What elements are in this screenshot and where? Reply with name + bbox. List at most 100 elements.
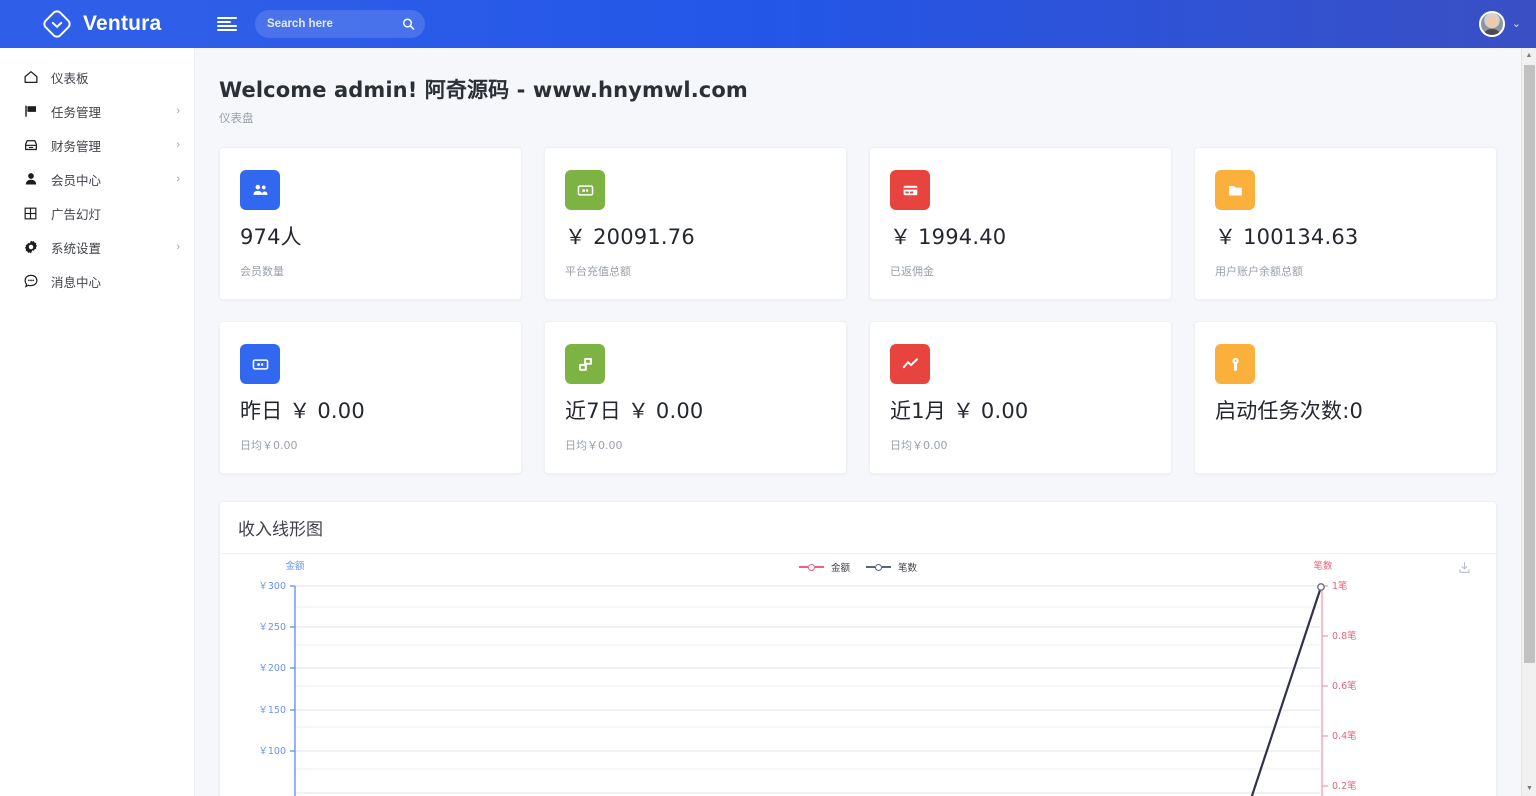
topbar-left-group	[217, 10, 425, 38]
chevron-right-icon: ›	[176, 242, 180, 253]
left-axis-tick: ￥200	[258, 663, 286, 674]
stat-card-commission-paid[interactable]: ￥ 1994.40 已返佣金	[869, 147, 1172, 300]
sidebar-item-message-center[interactable]: 消息中心	[0, 264, 194, 298]
chart-area: 金额 笔数	[220, 554, 1496, 796]
stat-value: 昨日 ￥ 0.00	[240, 400, 501, 423]
sidebar-item-label: 广告幻灯	[51, 204, 101, 223]
sidebar-item-ad-slider[interactable]: 广告幻灯	[0, 196, 194, 230]
chart-gridlines	[295, 586, 1320, 793]
copy-icon	[565, 344, 605, 384]
user-icon	[22, 171, 39, 188]
series-path	[1240, 587, 1321, 796]
chart-plot: 金额 笔数	[220, 554, 1497, 796]
message-icon	[22, 273, 39, 290]
scroll-up-arrow[interactable]: ▲	[1522, 48, 1536, 63]
stat-label: 会员数量	[240, 263, 501, 279]
breadcrumb: 仪表盘	[219, 110, 1521, 126]
brand-logo[interactable]: Ventura	[0, 0, 195, 48]
stat-cards-row-2: 昨日 ￥ 0.00 日均￥0.00 近7日 ￥ 0.00 日均￥0.00	[195, 321, 1521, 474]
left-axis-title: 金额	[285, 560, 305, 572]
stat-label: 日均￥0.00	[890, 437, 1151, 453]
diamond-check-logo-icon	[42, 9, 72, 39]
sidebar-item-label: 财务管理	[51, 136, 101, 155]
left-axis: ￥300 ￥250 ￥200 ￥150 ￥100	[258, 581, 295, 796]
right-axis: 1笔 0.8笔 0.6笔 0.4笔 0.2笔	[1322, 580, 1357, 796]
scroll-down-arrow[interactable]: ▼	[1522, 781, 1536, 796]
hamburger-icon[interactable]	[217, 15, 239, 33]
stat-value: ￥ 20091.76	[565, 226, 826, 249]
chevron-right-icon: ›	[176, 174, 180, 185]
search-icon	[402, 18, 415, 31]
grid-icon	[22, 205, 39, 222]
sidebar-item-finance-management[interactable]: 财务管理 ›	[0, 128, 194, 162]
sidebar-item-label: 会员中心	[51, 170, 101, 189]
stat-value: 974人	[240, 226, 501, 249]
flag-icon	[22, 103, 39, 120]
series-line-count	[1240, 584, 1324, 796]
dashboard-page: Ventura ⌄	[0, 0, 1536, 796]
chevron-right-icon: ›	[176, 106, 180, 117]
search-input[interactable]	[267, 18, 387, 30]
sidebar-item-dashboard[interactable]: 仪表板	[0, 60, 194, 94]
page-header: Welcome admin! 阿奇源码 - www.hnymwl.com 仪表盘	[195, 48, 1521, 126]
folder-icon	[1215, 170, 1255, 210]
main-content: Welcome admin! 阿奇源码 - www.hnymwl.com 仪表盘…	[195, 48, 1521, 796]
sidebar-item-label: 系统设置	[51, 238, 101, 257]
stat-value: 启动任务次数:0	[1215, 400, 1476, 423]
cash-icon	[565, 170, 605, 210]
sidebar-item-system-settings[interactable]: 系统设置 ›	[0, 230, 194, 264]
stat-value: 近1月 ￥ 0.00	[890, 400, 1151, 423]
scrollbar-thumb[interactable]	[1524, 65, 1535, 663]
search-box[interactable]	[255, 10, 425, 38]
right-axis-tick: 0.8笔	[1332, 630, 1357, 642]
top-navigation-bar: Ventura ⌄	[0, 0, 1536, 48]
series-point	[1318, 584, 1324, 590]
stat-card-platform-recharge-total[interactable]: ￥ 20091.76 平台充值总额	[544, 147, 847, 300]
right-axis-tick: 1笔	[1332, 580, 1348, 592]
stat-label: 已返佣金	[890, 263, 1151, 279]
home-icon	[22, 69, 39, 86]
panel-header: 收入线形图	[220, 502, 1496, 554]
stat-label: 用户账户余额总额	[1215, 263, 1476, 279]
left-axis-tick: ￥150	[258, 705, 286, 716]
stat-card-last-month-income[interactable]: 近1月 ￥ 0.00 日均￥0.00	[869, 321, 1172, 474]
income-line-chart-panel: 收入线形图 金额	[219, 501, 1497, 796]
sidebar-item-member-center[interactable]: 会员中心 ›	[0, 162, 194, 196]
right-axis-tick: 0.2笔	[1332, 780, 1357, 792]
right-axis-tick: 0.6笔	[1332, 680, 1357, 692]
people-icon	[240, 170, 280, 210]
right-axis-title: 笔数	[1313, 560, 1333, 572]
vertical-scrollbar[interactable]: ▲ ▼	[1521, 48, 1536, 796]
topbar-right-group: ⌄	[1479, 11, 1536, 37]
stat-card-user-balance-total[interactable]: ￥ 100134.63 用户账户余额总额	[1194, 147, 1497, 300]
stat-card-yesterday-income[interactable]: 昨日 ￥ 0.00 日均￥0.00	[219, 321, 522, 474]
sidebar-item-label: 仪表板	[51, 68, 89, 87]
left-axis-tick: ￥300	[258, 581, 286, 592]
chevron-right-icon: ›	[176, 140, 180, 151]
page-title: Welcome admin! 阿奇源码 - www.hnymwl.com	[219, 74, 1521, 104]
search-button[interactable]	[402, 18, 415, 31]
sidebar-item-label: 任务管理	[51, 102, 101, 121]
right-axis-tick: 0.4笔	[1332, 730, 1357, 742]
panel-title: 收入线形图	[238, 515, 323, 540]
chevron-down-icon[interactable]: ⌄	[1512, 19, 1521, 30]
wrench-icon	[1215, 344, 1255, 384]
inbox-icon	[22, 137, 39, 154]
brand-name: Ventura	[83, 12, 161, 36]
stat-label: 日均￥0.00	[565, 437, 826, 453]
stat-cards-row-1: 974人 会员数量 ￥ 20091.76 平台充值总额	[195, 147, 1521, 300]
stat-card-task-start-count[interactable]: 启动任务次数:0	[1194, 321, 1497, 474]
stat-card-last-7-days-income[interactable]: 近7日 ￥ 0.00 日均￥0.00	[544, 321, 847, 474]
sidebar: 仪表板 任务管理 › 财务管理 ›	[0, 48, 195, 796]
gear-icon	[22, 239, 39, 256]
trend-icon	[890, 344, 930, 384]
sidebar-item-task-management[interactable]: 任务管理 ›	[0, 94, 194, 128]
stat-value: 近7日 ￥ 0.00	[565, 400, 826, 423]
stat-value: ￥ 1994.40	[890, 226, 1151, 249]
stat-card-member-count[interactable]: 974人 会员数量	[219, 147, 522, 300]
sidebar-item-label: 消息中心	[51, 272, 101, 291]
avatar[interactable]	[1479, 11, 1505, 37]
stat-label: 日均￥0.00	[240, 437, 501, 453]
left-axis-tick: ￥100	[258, 746, 286, 757]
credit-card-icon	[890, 170, 930, 210]
